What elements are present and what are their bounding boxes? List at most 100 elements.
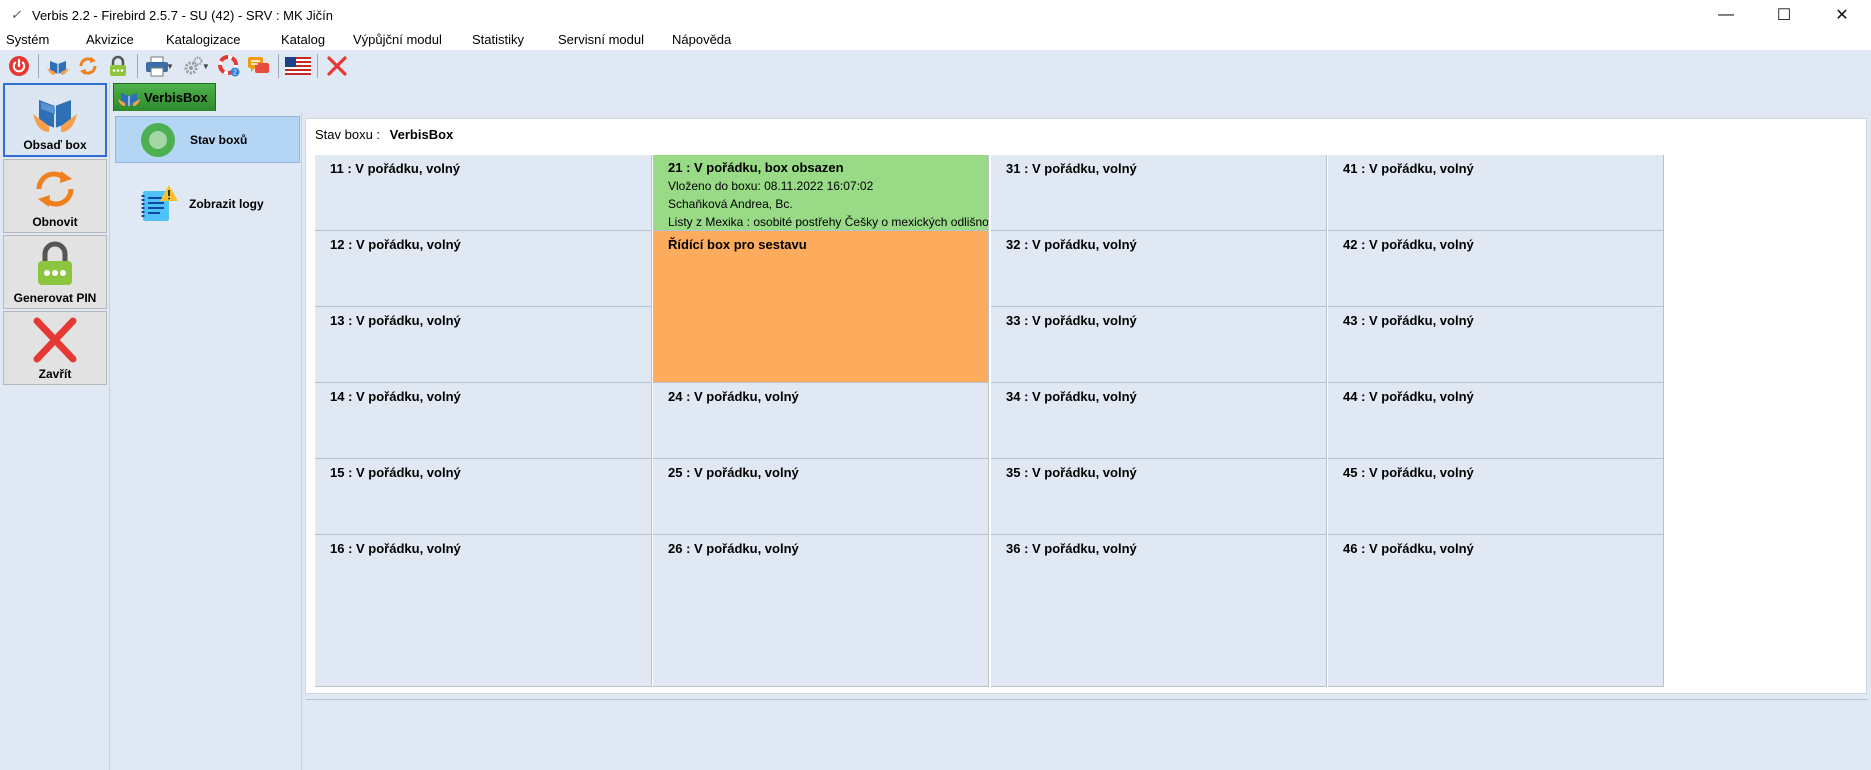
status-prefix: Stav boxu : [315,127,381,142]
menu-bar: Systém Akvizice Katalogizace Katalog Výp… [0,30,1871,50]
box-status-panel: Stav boxu : VerbisBox 11 : V pořádku, vo… [305,118,1868,700]
box-title: 21 : V pořádku, box obsazen [668,160,844,175]
maximize-button[interactable]: ☐ [1755,0,1813,30]
box-title: 25 : V pořádku, volný [668,465,799,480]
box-cell-43[interactable]: 43 : V pořádku, volný [1328,307,1664,383]
box-cell-45[interactable]: 45 : V pořádku, volný [1328,459,1664,535]
status-line: Stav boxu : VerbisBox [315,127,453,142]
toolbar-separator [277,54,279,78]
book-hands-icon [118,92,140,106]
box-cell-13[interactable]: 13 : V pořádku, volný [315,307,652,383]
box-cell-12[interactable]: 12 : V pořádku, volný [315,231,652,307]
lifebuoy-icon[interactable]: 2 [214,52,244,80]
chevron-down-icon[interactable]: ▼ [202,62,210,71]
box-title: 33 : V pořádku, volný [1006,313,1137,328]
box-title: 16 : V pořádku, volný [330,541,461,556]
box-title: 26 : V pořádku, volný [668,541,799,556]
box-cell-34[interactable]: 34 : V pořádku, volný [991,383,1327,459]
panel-bottom-divider [306,699,1868,700]
nav-item-show-logs[interactable]: Zobrazit logy [115,180,300,227]
box-grid: 11 : V pořádku, volný 12 : V pořádku, vo… [315,155,1865,687]
box-cell-15[interactable]: 15 : V pořádku, volný [315,459,652,535]
box-cell-46[interactable]: 46 : V pořádku, volný [1328,535,1664,687]
box-cell-41[interactable]: 41 : V pořádku, volný [1328,155,1664,231]
box-cell-35[interactable]: 35 : V pořádku, volný [991,459,1327,535]
box-title: 44 : V pořádku, volný [1343,389,1474,404]
box-cell-44[interactable]: 44 : V pořádku, volný [1328,383,1664,459]
box-title: 43 : V pořádku, volný [1343,313,1474,328]
navigation-panel: Stav boxů Zobrazit logy [112,112,302,770]
book-hands-icon[interactable] [43,52,73,80]
status-value: VerbisBox [389,127,454,142]
box-cell-26[interactable]: 26 : V pořádku, volný [653,535,989,687]
refresh-button[interactable]: Obnovit [3,159,107,233]
book-hands-icon [33,100,77,132]
nav-item-label: Stav boxů [190,132,248,147]
refresh-label: Obnovit [32,215,78,229]
box-title: 13 : V pořádku, volný [330,313,461,328]
lock-pin-icon[interactable] [103,52,133,80]
box-cell-21[interactable]: 21 : V pořádku, box obsazen Vloženo do b… [653,155,989,231]
generate-pin-button[interactable]: Generovat PIN [3,235,107,309]
box-cell-25[interactable]: 25 : V pořádku, volný [653,459,989,535]
toolbar: ▼ ▼ 2 [0,50,1871,82]
app-icon: ✓ [10,7,22,22]
occupy-box-button[interactable]: Obsaď box [3,83,107,157]
tab-label: VerbisBox [144,90,208,105]
box-title: 31 : V pořádku, volný [1006,161,1137,176]
box-title: 42 : V pořádku, volný [1343,237,1474,252]
menu-katalogizace[interactable]: Katalogizace [160,30,275,50]
close-label: Zavřít [38,367,72,381]
menu-katalog[interactable]: Katalog [275,30,347,50]
box-title: 24 : V pořádku, volný [668,389,799,404]
close-button[interactable]: Zavřít [3,311,107,385]
us-flag-icon[interactable] [283,52,313,80]
title-bar: ✓ Verbis 2.2 - Firebird 2.5.7 - SU (42) … [0,0,1871,30]
menu-statistiky[interactable]: Statistiky [466,30,552,50]
control-box-cell[interactable]: Řídící box pro sestavu [653,231,989,383]
box-cell-11[interactable]: 11 : V pořádku, volný [315,155,652,231]
svg-text:2: 2 [233,70,237,77]
menu-akvizice[interactable]: Akvizice [80,30,160,50]
refresh-icon[interactable] [73,52,103,80]
box-title: 11 : V pořádku, volný [330,161,461,176]
menu-vypujcni-modul[interactable]: Výpůjční modul [347,30,466,50]
box-cell-14[interactable]: 14 : V pořádku, volný [315,383,652,459]
box-reader-name: Schaňková Andrea, Bc. [668,197,793,211]
box-title: 46 : V pořádku, volný [1343,541,1474,556]
box-cell-31[interactable]: 31 : V pořádku, volný [991,155,1327,231]
tab-verbisbox[interactable]: VerbisBox [113,83,216,111]
power-icon[interactable] [4,52,34,80]
box-cell-32[interactable]: 32 : V pořádku, volný [991,231,1327,307]
nav-item-box-status[interactable]: Stav boxů [115,116,300,163]
nav-item-label: Zobrazit logy [189,196,264,211]
log-warning-icon [141,184,178,221]
box-title: Řídící box pro sestavu [668,237,807,252]
close-icon [33,317,77,363]
content-area: Stav boxu : VerbisBox 11 : V pořádku, vo… [305,112,1871,770]
close-icon[interactable] [322,52,352,80]
box-cell-16[interactable]: 16 : V pořádku, volný [315,535,652,687]
lock-pin-icon [38,241,72,285]
box-title: 14 : V pořádku, volný [330,389,461,404]
minimize-button[interactable]: — [1697,0,1755,30]
box-title: 34 : V pořádku, volný [1006,389,1137,404]
chat-icon[interactable] [244,52,274,80]
box-cell-24[interactable]: 24 : V pořádku, volný [653,383,989,459]
toolbar-separator [38,54,39,78]
toolbar-separator [137,54,138,78]
close-window-button[interactable]: ✕ [1813,0,1871,30]
window-controls: — ☐ ✕ [1697,0,1871,30]
menu-system[interactable]: Systém [0,30,80,50]
box-cell-36[interactable]: 36 : V pořádku, volný [991,535,1327,687]
toolbar-separator [316,54,318,78]
chevron-down-icon[interactable]: ▼ [166,62,174,71]
box-title: 35 : V pořádku, volný [1006,465,1137,480]
box-cell-33[interactable]: 33 : V pořádku, volný [991,307,1327,383]
box-cell-42[interactable]: 42 : V pořádku, volný [1328,231,1664,307]
menu-napoveda[interactable]: Nápověda [666,30,737,50]
box-title: 12 : V pořádku, volný [330,237,461,252]
status-circle-icon [141,122,175,157]
left-action-bar: Obsaď box Obnovit Generovat PIN Zavřít [0,82,110,770]
menu-servisni-modul[interactable]: Servisní modul [552,30,666,50]
